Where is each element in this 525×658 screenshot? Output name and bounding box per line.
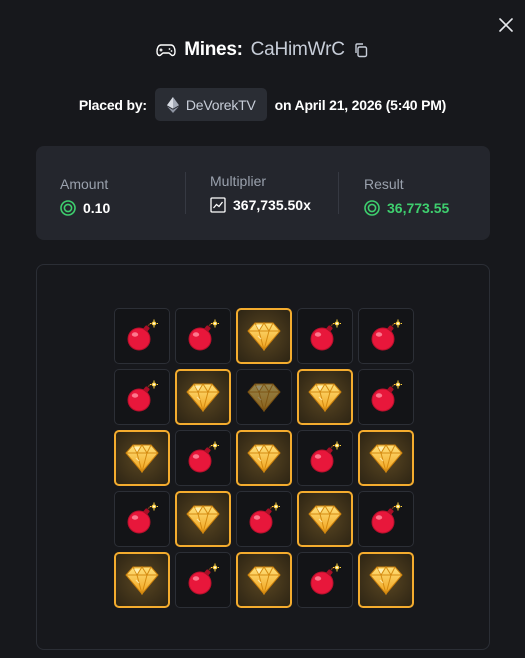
tile-revealed-picked [236, 308, 292, 364]
bomb-icon [125, 502, 159, 536]
stats-divider [338, 172, 339, 214]
amount-label: Amount [60, 176, 109, 192]
result-label: Result [364, 176, 404, 192]
tile-revealed [358, 369, 414, 425]
tile-revealed [358, 491, 414, 547]
ethereum-icon [166, 96, 179, 113]
tile-revealed-picked [114, 552, 170, 608]
gem-icon [125, 443, 159, 473]
tile-revealed [114, 491, 170, 547]
tile-revealed [297, 430, 353, 486]
tile-revealed-picked [175, 491, 231, 547]
placed-by-row: Placed by: DeVorekTV on April 21, 2026 (… [0, 88, 525, 121]
close-button[interactable] [495, 14, 517, 36]
gem-icon [247, 443, 281, 473]
tile-revealed-picked [236, 430, 292, 486]
bet-date: on April 21, 2026 (5:40 PM) [274, 96, 447, 113]
coin-icon [364, 200, 380, 216]
tile-revealed [297, 552, 353, 608]
multiplier-value-row: 367,735.50x [210, 197, 311, 213]
result-value-row: 36,773.55 [364, 200, 449, 216]
amount-stat: Amount 0.10 [60, 176, 110, 216]
bomb-icon [186, 563, 220, 597]
stats-card: Amount 0.10 Multiplier 367,735.50x Resul… [36, 146, 490, 240]
tile-grid [114, 308, 414, 608]
gem-icon [369, 565, 403, 595]
tile-revealed-picked [236, 552, 292, 608]
result-value: 36,773.55 [387, 200, 450, 216]
username: DeVorekTV [185, 96, 256, 113]
copy-icon[interactable] [353, 42, 369, 58]
gem-icon [125, 565, 159, 595]
bomb-icon [125, 319, 159, 353]
bomb-icon [369, 380, 403, 414]
close-icon [499, 18, 513, 32]
mines-board [36, 264, 490, 650]
title-row: Mines: CaHimWrC [0, 38, 525, 62]
tile-revealed [236, 369, 292, 425]
placed-by-label: Placed by: [78, 96, 147, 113]
bomb-icon [186, 319, 220, 353]
tile-revealed-picked [358, 552, 414, 608]
tile-revealed [297, 308, 353, 364]
tile-revealed-picked [114, 430, 170, 486]
multiplier-value: 367,735.50x [233, 197, 311, 213]
tile-revealed [114, 369, 170, 425]
tile-revealed [236, 491, 292, 547]
bomb-icon [308, 563, 342, 597]
amount-value-row: 0.10 [60, 200, 110, 216]
gem-icon [186, 504, 220, 534]
gem-icon [369, 443, 403, 473]
bomb-icon [369, 502, 403, 536]
tile-revealed [175, 430, 231, 486]
tile-revealed-picked [297, 369, 353, 425]
bomb-icon [308, 441, 342, 475]
bomb-icon [125, 380, 159, 414]
bomb-icon [247, 502, 281, 536]
chart-icon [210, 197, 226, 213]
gem-icon [247, 321, 281, 351]
tile-revealed-picked [297, 491, 353, 547]
amount-value: 0.10 [83, 200, 111, 216]
gem-icon [247, 382, 281, 412]
tile-revealed-picked [175, 369, 231, 425]
game-title: Mines: [184, 39, 243, 60]
bomb-icon [369, 319, 403, 353]
gem-icon [308, 504, 342, 534]
bet-id: CaHimWrC [250, 39, 345, 60]
tile-revealed [175, 308, 231, 364]
gamepad-icon [156, 44, 176, 57]
multiplier-label: Multiplier [210, 173, 267, 189]
tile-revealed [358, 308, 414, 364]
user-chip[interactable]: DeVorekTV [154, 88, 267, 121]
stats-divider [185, 172, 186, 214]
bomb-icon [308, 319, 342, 353]
result-stat: Result 36,773.55 [364, 176, 449, 216]
gem-icon [247, 565, 281, 595]
gem-icon [308, 382, 342, 412]
tile-revealed [175, 552, 231, 608]
coin-icon [60, 200, 76, 216]
gem-icon [186, 382, 220, 412]
multiplier-stat: Multiplier 367,735.50x [210, 173, 311, 213]
tile-revealed-picked [358, 430, 414, 486]
tile-revealed [114, 308, 170, 364]
bomb-icon [186, 441, 220, 475]
